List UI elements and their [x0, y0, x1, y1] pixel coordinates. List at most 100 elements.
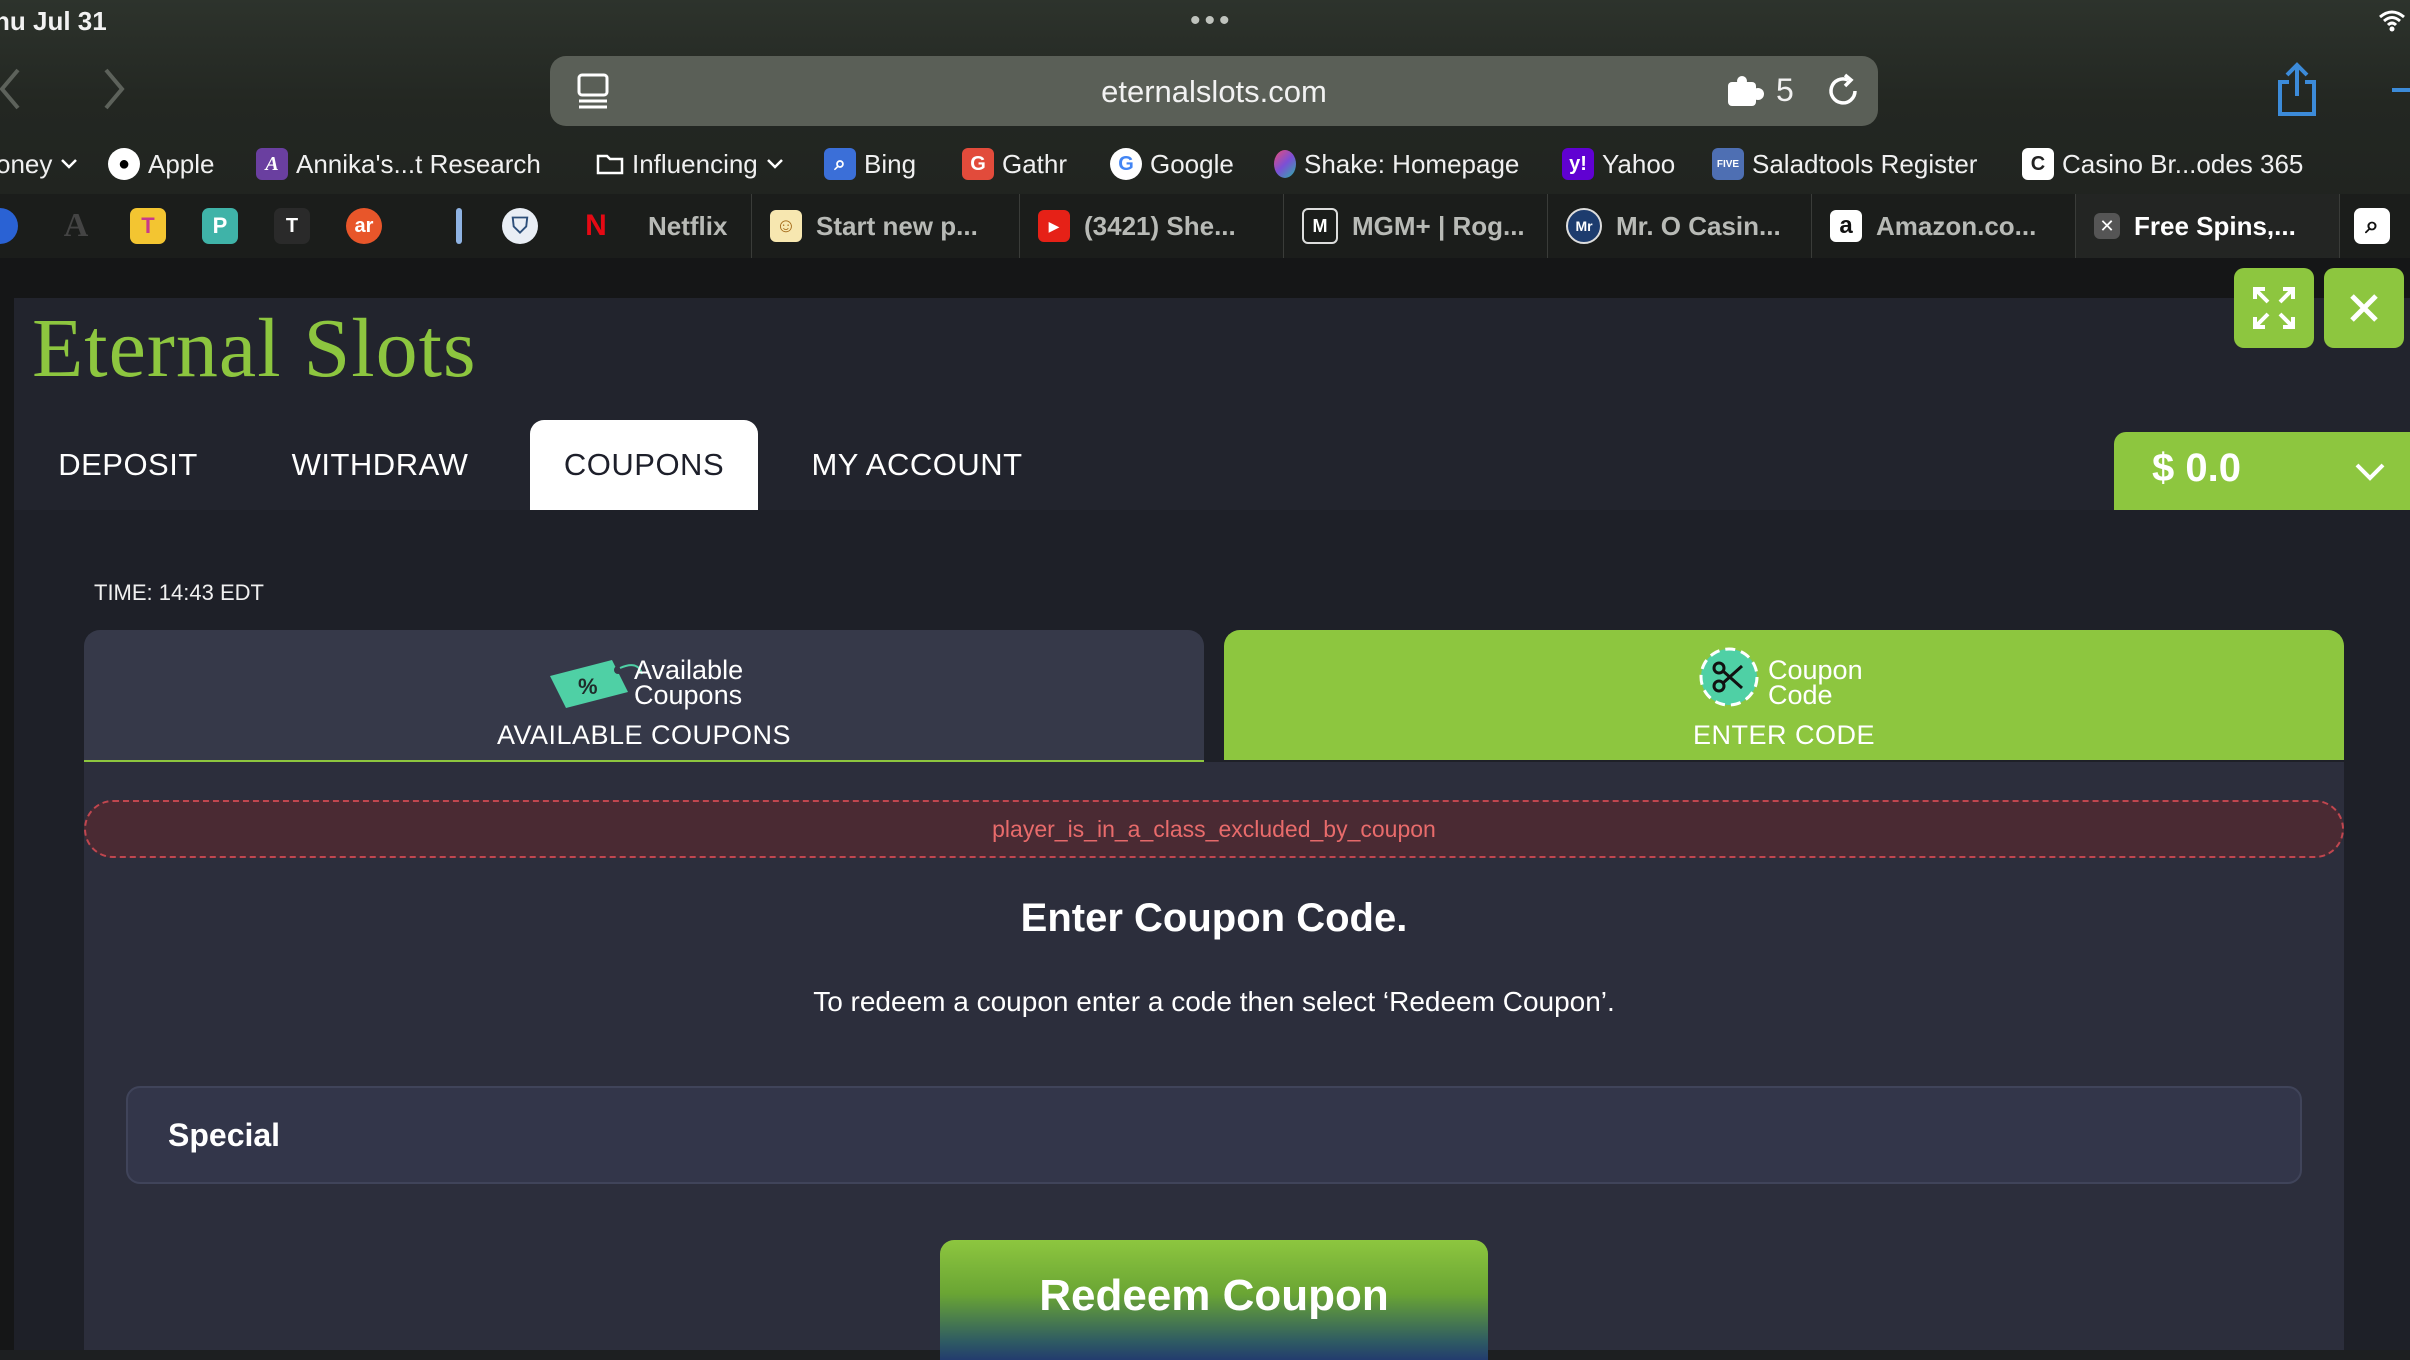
- extension-puzzle-icon[interactable]: [1726, 76, 1766, 110]
- address-bar[interactable]: eternalslots.com 5: [550, 56, 1878, 126]
- tab-start-new[interactable]: ☺ Start new p...: [752, 194, 1020, 258]
- bookmark-shake[interactable]: Shake: Homepage: [1274, 144, 1519, 184]
- redeem-coupon-button[interactable]: Redeem Coupon: [940, 1240, 1488, 1360]
- casino-icon: C: [2022, 148, 2054, 180]
- wifi-icon: [2379, 10, 2405, 32]
- tab-label: Mr. O Casin...: [1616, 210, 1781, 241]
- bookmark-label: Gathr: [1002, 148, 1068, 179]
- bookmarks-bar: oney ● Apple A Annika's...t Research Inf…: [0, 144, 2410, 184]
- site-logo: Eternal Slots: [32, 302, 477, 395]
- enter-code-tab[interactable]: Coupon Code ENTER CODE: [1224, 630, 2344, 760]
- url-text[interactable]: eternalslots.com: [550, 74, 1878, 110]
- gathr-icon: G: [962, 148, 994, 180]
- youtube-icon: ▶: [1038, 210, 1070, 242]
- pinned-tab-t-icon[interactable]: T: [130, 208, 166, 244]
- time-label: TIME: 14:43 EDT: [94, 580, 264, 605]
- tab-free-spins[interactable]: ✕ Free Spins,...: [2076, 194, 2340, 258]
- tab-youtube[interactable]: ▶ (3421) She...: [1020, 194, 1284, 258]
- pinned-tab-shield-icon[interactable]: ⛉: [502, 208, 538, 244]
- bookmark-saladtools[interactable]: FIVE Saladtools Register: [1712, 144, 1977, 184]
- chevron-down-icon: [766, 159, 783, 169]
- bookmark-label: Annika's...t Research: [296, 148, 541, 179]
- expand-icon: [2253, 287, 2295, 329]
- bookmark-annika[interactable]: A Annika's...t Research: [256, 144, 541, 184]
- reload-icon[interactable]: [1824, 72, 1862, 110]
- pinned-tab-t2-icon[interactable]: T: [274, 208, 310, 244]
- forward-arrow-icon[interactable]: [100, 64, 128, 114]
- bookmark-label: Bing: [864, 148, 917, 179]
- status-time: hu Jul 31: [0, 6, 107, 36]
- bookmark-bing[interactable]: ⌕ Bing: [824, 144, 916, 184]
- tab-label: Amazon.co...: [1876, 210, 2037, 241]
- pinned-tab-blue-icon[interactable]: [0, 208, 18, 244]
- back-arrow-icon[interactable]: [0, 64, 24, 114]
- netflix-icon: N: [585, 209, 607, 242]
- pinned-tab-p-icon[interactable]: P: [202, 208, 238, 244]
- tab-label: (3421) She...: [1084, 210, 1236, 241]
- start-new-icon: ☺: [770, 210, 802, 242]
- tab-label: MGM+ | Rog...: [1352, 210, 1525, 241]
- error-message: player_is_in_a_class_excluded_by_coupon: [84, 800, 2344, 858]
- tab-label: Free Spins,...: [2134, 210, 2296, 241]
- bookmark-folder-oney[interactable]: oney: [0, 144, 78, 184]
- yahoo-icon: y!: [1562, 148, 1594, 180]
- multitask-dots[interactable]: •••: [1190, 4, 1234, 38]
- bookmark-label: Yahoo: [1602, 148, 1676, 179]
- bookmark-label: oney: [0, 148, 53, 179]
- coupon-code-input[interactable]: [126, 1086, 2302, 1184]
- chevron-down-icon: [2355, 463, 2385, 481]
- tab-label: Start new p...: [816, 210, 978, 241]
- bookmark-label: Apple: [148, 148, 215, 179]
- tab-netflix[interactable]: N Netflix: [572, 194, 752, 258]
- coupon-tag-icon: %: [550, 660, 643, 708]
- bookmark-apple[interactable]: ● Apple: [108, 144, 215, 184]
- enter-coupon-description: To redeem a coupon enter a code then sel…: [813, 986, 1615, 1017]
- enter-code-caption: ENTER CODE: [1692, 720, 1876, 750]
- bookmark-yahoo[interactable]: y! Yahoo: [1562, 144, 1675, 184]
- percent-sign: %: [578, 674, 598, 699]
- tab-withdraw[interactable]: WITHDRAW: [252, 420, 508, 513]
- bookmark-gathr[interactable]: G Gathr: [962, 144, 1067, 184]
- saladtools-icon: FIVE: [1712, 148, 1744, 180]
- pinned-tab-search-icon[interactable]: ⌕: [2354, 208, 2390, 244]
- share-icon[interactable]: [2274, 62, 2320, 118]
- bookmark-google[interactable]: G Google: [1110, 144, 1234, 184]
- code-icon-text-2: Code: [1768, 680, 1833, 710]
- bookmark-casino[interactable]: C Casino Br...odes 365: [2022, 144, 2303, 184]
- close-tab-icon[interactable]: ✕: [2094, 213, 2120, 239]
- tab-coupons[interactable]: COUPONS: [530, 420, 758, 510]
- mgm-icon: M: [1302, 208, 1338, 244]
- chevron-down-icon: [61, 159, 78, 169]
- scissors-icon: [1699, 647, 1759, 707]
- new-tab-plus-icon[interactable]: [2392, 88, 2410, 92]
- bookmark-label: Influencing: [632, 148, 758, 179]
- available-coupons-caption: AVAILABLE COUPONS: [496, 720, 792, 750]
- shake-icon: [1274, 150, 1296, 178]
- fullscreen-button[interactable]: [2234, 268, 2314, 348]
- bookmark-label: Saladtools Register: [1752, 148, 1978, 179]
- available-icon-text-2: Coupons: [634, 680, 743, 710]
- enter-coupon-heading: Enter Coupon Code.: [1020, 896, 1408, 940]
- bookmark-folder-influencing[interactable]: Influencing: [596, 144, 784, 184]
- available-coupons-tab[interactable]: % Available Coupons AVAILABLE COUPONS: [84, 630, 1204, 763]
- tab-amazon[interactable]: a Amazon.co...: [1812, 194, 2076, 258]
- mr-o-icon: Mr: [1566, 208, 1602, 244]
- close-icon: [2350, 294, 2378, 322]
- annika-icon: A: [256, 148, 288, 180]
- tab-bar: A T P T ar ⛉ N Netflix ☺ Start new p... …: [0, 194, 2410, 258]
- balance-dropdown[interactable]: $ 0.0: [2114, 432, 2410, 510]
- bookmark-label: Google: [1150, 148, 1234, 179]
- bookmark-label: Casino Br...odes 365: [2062, 148, 2304, 179]
- pinned-tab-a-icon[interactable]: A: [58, 207, 94, 244]
- tab-mr-o-casino[interactable]: Mr Mr. O Casin...: [1548, 194, 1812, 258]
- folder-icon: [596, 154, 624, 175]
- tab-mgm[interactable]: M MGM+ | Rog...: [1284, 194, 1548, 258]
- balance-amount: $ 0.0: [2152, 446, 2241, 490]
- pinned-tab-bar-icon[interactable]: [456, 208, 462, 244]
- pinned-tab-ar-icon[interactable]: ar: [346, 208, 382, 244]
- tab-my-account[interactable]: MY ACCOUNT: [778, 420, 1056, 513]
- amazon-icon: a: [1830, 210, 1862, 242]
- bing-icon: ⌕: [824, 148, 856, 180]
- close-button[interactable]: [2324, 268, 2404, 348]
- tab-deposit[interactable]: DEPOSIT: [24, 420, 232, 513]
